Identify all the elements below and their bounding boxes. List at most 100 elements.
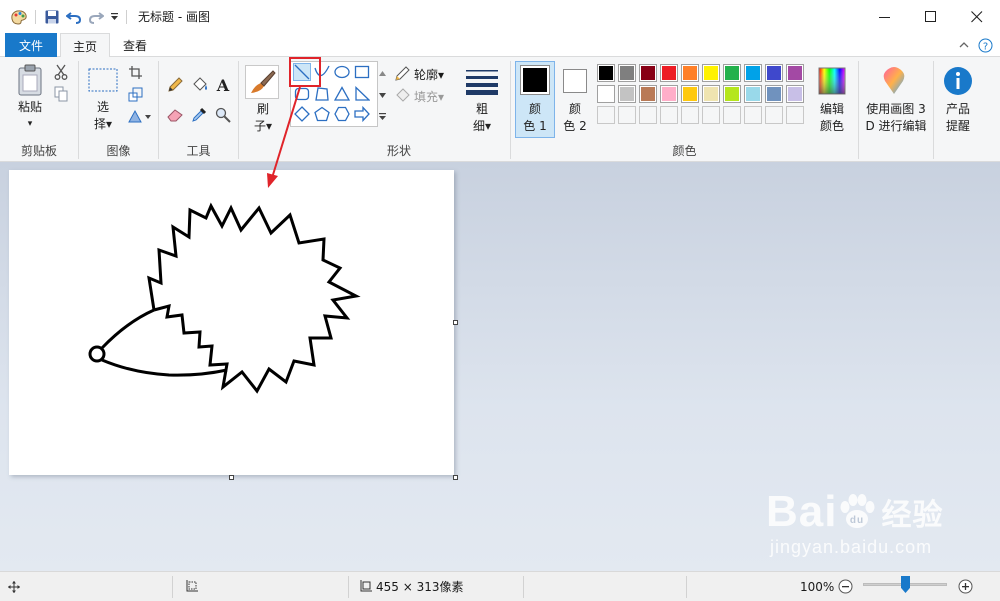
outline-button[interactable]: 轮廓▾ [394,65,444,83]
palette-color-swatch[interactable] [765,64,783,82]
drawing-canvas[interactable] [9,170,454,475]
rectangle-shape-icon[interactable] [353,63,371,81]
gallery-scroll-up-icon[interactable] [377,63,387,83]
copy-icon[interactable] [52,85,70,103]
palette-empty-swatch[interactable] [765,106,783,124]
product-alert-button[interactable]: 产品 提醒 [936,101,980,135]
palette-color-swatch[interactable] [660,85,678,103]
collapse-ribbon-button[interactable] [955,33,973,57]
palette-empty-swatch[interactable] [702,106,720,124]
brushes-icon[interactable] [245,65,279,99]
save-icon[interactable] [41,6,63,28]
magnifier-icon[interactable] [213,105,233,125]
edit-colors-button[interactable]: 编辑 颜色 [808,101,856,135]
pencil-icon[interactable] [165,75,185,95]
zoom-slider-thumb[interactable] [901,576,910,593]
group-separator [238,61,239,159]
tab-file[interactable]: 文件 [5,33,57,57]
palette-color-swatch[interactable] [660,64,678,82]
triangle-shape-icon[interactable] [333,85,351,103]
tab-home[interactable]: 主页 [60,33,110,58]
zoom-in-button[interactable] [958,572,973,601]
eraser-icon[interactable] [165,105,185,125]
gallery-expand-icon[interactable] [377,107,387,125]
palette-empty-swatch[interactable] [723,106,741,124]
fill-bucket-icon[interactable] [189,75,209,95]
oval-shape-icon[interactable] [333,63,351,81]
canvas-resize-handle-bottom[interactable] [229,475,234,480]
palette-empty-swatch[interactable] [744,106,762,124]
canvas-resize-handle-right[interactable] [453,320,458,325]
palette-color-swatch[interactable] [702,64,720,82]
cut-icon[interactable] [52,63,70,81]
color-picker-icon[interactable] [189,105,209,125]
customize-dropdown-icon[interactable] [107,6,121,28]
polygon-shape-icon[interactable] [313,85,331,103]
minimize-button[interactable] [862,0,908,33]
palette-color-swatch[interactable] [744,85,762,103]
right-triangle-shape-icon[interactable] [353,85,371,103]
paste-button[interactable]: 粘贴 ▾ [10,99,50,133]
paw-icon: du [840,494,875,528]
maximize-icon [925,10,936,22]
paint-app-icon[interactable] [8,6,30,28]
pentagon-shape-icon[interactable] [313,105,331,123]
text-icon[interactable]: A [213,75,233,95]
rotate-icon[interactable] [126,107,152,125]
palette-color-swatch[interactable] [681,85,699,103]
palette-empty-swatch[interactable] [597,106,615,124]
rounded-rect-shape-icon[interactable] [293,85,311,103]
palette-color-fill [641,66,655,80]
palette-color-swatch[interactable] [702,85,720,103]
palette-empty-swatch[interactable] [639,106,657,124]
color1-swatch [520,65,550,95]
palette-color-swatch[interactable] [744,64,762,82]
palette-color-swatch[interactable] [639,64,657,82]
crop-icon[interactable] [126,63,144,81]
maximize-button[interactable] [908,0,954,33]
gallery-scroll-down-icon[interactable] [377,85,387,105]
palette-color-swatch[interactable] [723,64,741,82]
diamond-shape-icon[interactable] [293,105,311,123]
zoom-out-icon [838,579,853,594]
right-arrow-shape-icon[interactable] [353,105,371,123]
redo-icon[interactable] [85,6,107,28]
palette-color-swatch[interactable] [597,64,615,82]
image-size-icon [360,579,372,591]
palette-color-swatch[interactable] [639,85,657,103]
palette-color-swatch[interactable] [786,64,804,82]
palette-color-swatch[interactable] [786,85,804,103]
help-button[interactable]: ? [975,33,995,57]
palette-color-swatch[interactable] [618,85,636,103]
size-button[interactable]: 粗 细▾ [462,101,502,135]
palette-color-swatch[interactable] [681,64,699,82]
palette-empty-swatch[interactable] [786,106,804,124]
palette-color-swatch[interactable] [765,85,783,103]
palette-empty-swatch[interactable] [660,106,678,124]
zoom-out-button[interactable] [838,572,853,601]
close-button[interactable] [954,0,1000,33]
color2-button[interactable]: 颜 色 2 [555,101,595,135]
color1-fill [523,68,547,92]
colors-group-label: 颜色 [672,144,697,158]
select-button[interactable]: 选 择▾ [83,99,123,133]
undo-icon[interactable] [63,6,85,28]
palette-empty-swatch[interactable] [681,106,699,124]
separator [348,576,349,598]
fill-button[interactable]: 填充▾ [394,87,444,105]
palette-color-swatch[interactable] [597,85,615,103]
shapes-group-label: 形状 [386,144,411,158]
canvas-resize-handle-corner[interactable] [453,475,458,480]
svg-text:du: du [850,515,864,526]
palette-empty-swatch[interactable] [618,106,636,124]
palette-color-swatch[interactable] [723,85,741,103]
color2-swatch[interactable] [563,69,587,93]
paint3d-button[interactable]: 使用画图 3 D 进行编辑 [861,101,931,135]
brushes-button[interactable]: 刷 子▾ [243,101,283,135]
palette-color-fill [725,66,739,80]
hexagon-shape-icon[interactable] [333,105,351,123]
tab-view[interactable]: 查看 [110,33,160,58]
resize-icon[interactable] [126,85,144,103]
palette-color-fill [746,66,760,80]
palette-color-swatch[interactable] [618,64,636,82]
